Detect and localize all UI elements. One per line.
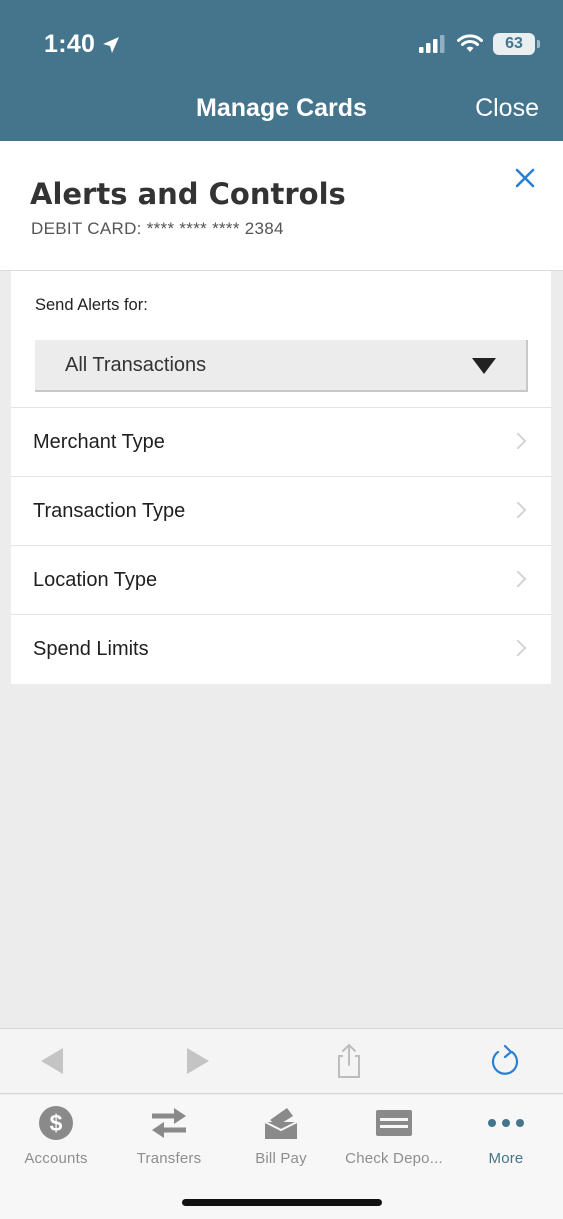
controls-list: Send Alerts for: All Transactions Mercha… — [11, 271, 551, 684]
share-icon — [338, 1043, 360, 1078]
reload-icon — [491, 1044, 519, 1075]
chevron-right-icon — [509, 501, 527, 519]
card-number-label: DEBIT CARD: **** **** **** 2384 — [31, 219, 284, 238]
menu-item-label: Merchant Type — [33, 430, 165, 453]
transfer-arrows-icon — [152, 1108, 186, 1138]
tab-more[interactable]: More — [450, 1105, 562, 1167]
alerts-label: Send Alerts for: — [35, 296, 148, 314]
title-panel: Alerts and Controls DEBIT CARD: **** ***… — [0, 141, 563, 271]
dropdown-value: All Transactions — [65, 353, 207, 376]
reload-button[interactable] — [488, 1043, 524, 1079]
transaction-type-row[interactable]: Transaction Type — [11, 477, 551, 546]
menu-item-label: Location Type — [33, 568, 158, 591]
more-dots-icon — [488, 1119, 524, 1127]
share-button[interactable] — [331, 1043, 367, 1079]
tab-transfers[interactable]: Transfers — [113, 1105, 225, 1167]
tab-label: More — [488, 1150, 524, 1167]
time-text: 1:40 — [44, 30, 96, 58]
location-arrow-icon — [103, 36, 120, 53]
back-button[interactable] — [34, 1043, 70, 1079]
chevron-right-icon — [509, 432, 527, 450]
dollar-icon: $ — [39, 1106, 73, 1140]
alerts-section: Send Alerts for: All Transactions — [11, 271, 551, 408]
forward-button[interactable] — [180, 1043, 216, 1079]
tab-check-deposit[interactable]: Check Depo... — [338, 1105, 450, 1167]
tab-bill-pay[interactable]: Bill Pay — [225, 1105, 337, 1167]
home-indicator — [182, 1199, 382, 1206]
battery-level: 63 — [505, 35, 523, 52]
chevron-right-icon — [509, 570, 527, 588]
tab-label: Bill Pay — [255, 1150, 307, 1167]
check-deposit-icon — [376, 1110, 412, 1136]
menu-item-label: Transaction Type — [33, 499, 186, 522]
merchant-type-row[interactable]: Merchant Type — [11, 408, 551, 477]
page-title: Alerts and Controls — [30, 177, 346, 211]
browser-toolbar — [0, 1028, 563, 1094]
signal-icon — [419, 35, 445, 53]
menu-item-label: Spend Limits — [33, 638, 149, 660]
tab-label: Check Depo... — [345, 1150, 443, 1167]
tab-accounts[interactable]: $ Accounts — [0, 1105, 112, 1167]
status-icons: 63 — [419, 33, 540, 55]
close-icon[interactable] — [514, 167, 536, 189]
nav-close-button[interactable]: Close — [475, 94, 539, 123]
tab-label: Transfers — [136, 1150, 202, 1167]
chevron-right-icon — [509, 639, 527, 657]
app-header: 1:40 63 Manage Cards Close — [0, 0, 563, 141]
bill-pay-icon — [264, 1108, 298, 1139]
tab-label: Accounts — [24, 1150, 88, 1167]
status-time: 1:40 — [44, 30, 121, 59]
forward-arrow-icon — [187, 1048, 209, 1074]
location-type-row[interactable]: Location Type — [11, 546, 551, 615]
battery-icon: 63 — [493, 33, 540, 55]
spend-limits-row[interactable]: Spend Limits — [11, 615, 551, 684]
wifi-icon — [457, 34, 483, 52]
svg-text:$: $ — [50, 1110, 63, 1136]
alerts-dropdown[interactable]: All Transactions — [35, 340, 528, 392]
back-arrow-icon — [41, 1048, 63, 1074]
dropdown-arrow-icon — [472, 358, 496, 374]
